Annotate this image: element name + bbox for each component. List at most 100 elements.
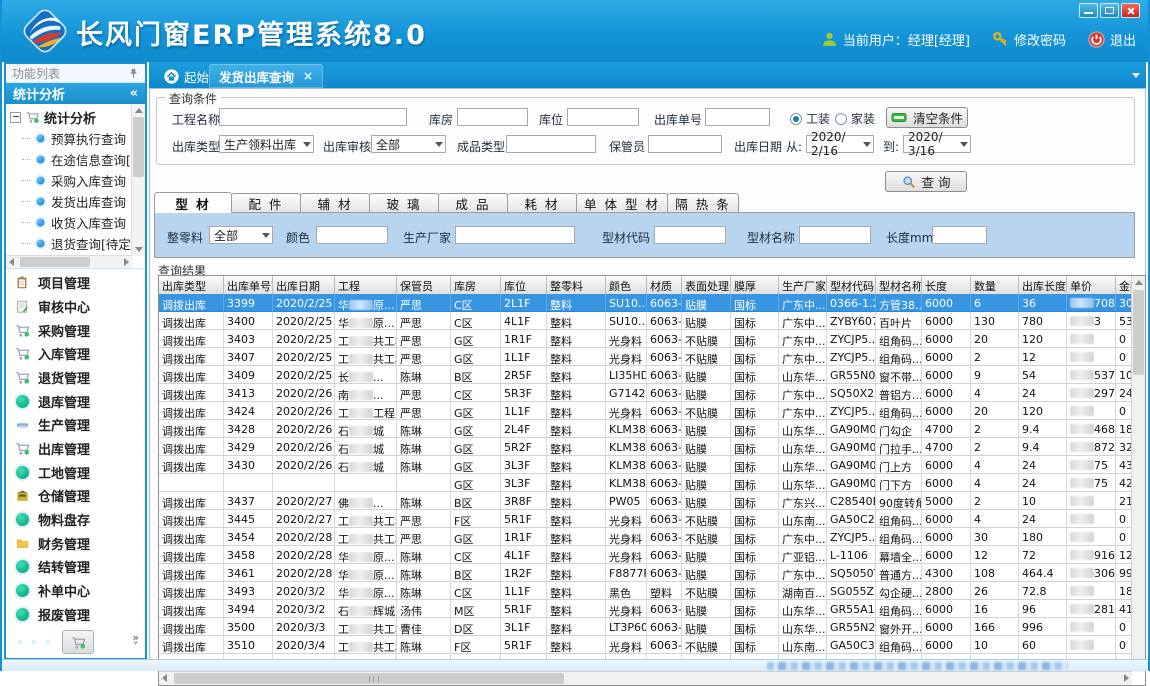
table-row[interactable]: 调拨出库34282020/2/26石城陈琳G区2L4F整料KLM38176063… [159, 420, 1132, 438]
sidebar-item-物料盘存[interactable]: 物料盘存 [14, 508, 145, 530]
scroll-up-icon[interactable] [1135, 280, 1143, 285]
column-header-材质[interactable]: 材质 [647, 276, 682, 294]
scroll-left-icon[interactable] [9, 258, 14, 266]
table-row[interactable]: 调拨出库34612020/2/28华原...陈琳B区1R2F整料F8877FT6… [159, 564, 1132, 582]
scroll-down-icon[interactable] [135, 247, 143, 252]
radio-gongzhuang[interactable]: 工装 [790, 110, 830, 127]
sidebar-item-退库管理[interactable]: 退库管理 [14, 390, 145, 412]
material-tab-4[interactable]: 玻 璃 [369, 193, 439, 213]
sidebar-item-报废管理[interactable]: 报废管理 [14, 603, 145, 625]
close-button[interactable] [1121, 3, 1140, 18]
clear-conditions-button[interactable]: 清空条件 [886, 107, 968, 128]
sidebar-item-项目管理[interactable]: 项目管理 [14, 272, 145, 294]
scroll-right-icon[interactable] [1124, 674, 1129, 682]
keeper-input[interactable] [648, 135, 722, 153]
profile-name-input[interactable] [799, 226, 871, 244]
column-header-库房[interactable]: 库房 [451, 276, 501, 294]
color-input[interactable] [316, 226, 388, 244]
sidebar-item-仓储管理[interactable]: 仓储管理 [14, 485, 145, 507]
scroll-left-icon[interactable] [162, 674, 167, 682]
column-header-出库类型[interactable]: 出库类型 [159, 276, 224, 294]
column-header-数量[interactable]: 数量 [971, 276, 1019, 294]
table-row[interactable]: 调拨出库34092020/2/25长...陈琳B区2R5F整料LI35HD606… [159, 366, 1132, 384]
table-row[interactable]: 调拨出库34452020/2/27工共工程严思F区5R1F整料光身料6063-T… [159, 510, 1132, 528]
sidebar-item-审核中心[interactable]: 审核中心 [14, 295, 145, 317]
grid-horizontal-scrollbar[interactable] [159, 671, 1132, 685]
sidebar-item-生产管理[interactable]: 生产管理 [14, 414, 145, 436]
material-tab-2[interactable]: 配 件 [231, 193, 301, 213]
tree-item-4[interactable]: 发货出库查询 [6, 191, 132, 212]
column-header-出库单号[interactable]: 出库单号 [224, 276, 273, 294]
column-header-保管员[interactable]: 保管员 [397, 276, 451, 294]
table-row[interactable]: 调拨出库34002020/2/25华原...严思C区4L1F整料SU10...6… [159, 312, 1132, 330]
toolbar-cart-button[interactable] [62, 630, 94, 654]
table-row[interactable]: 调拨出库35002020/3/3工共工程曹佳D区3L1F整料LT3P606063… [159, 618, 1132, 636]
column-header-整零料[interactable]: 整零料 [547, 276, 606, 294]
material-tab-5[interactable]: 成 品 [438, 193, 508, 213]
collapse-icon[interactable]: « [130, 86, 138, 101]
tab-close-icon[interactable]: × [303, 69, 313, 83]
material-tab-3[interactable]: 辅 材 [300, 193, 370, 213]
grid-vertical-scrollbar[interactable] [1131, 276, 1145, 672]
column-header-长度[interactable]: 长度 [922, 276, 971, 294]
table-row[interactable]: 调拨出库34292020/2/26石城陈琳G区5R2F整料KLM38176063… [159, 438, 1132, 456]
pin-icon[interactable] [128, 68, 139, 79]
change-password-button[interactable]: 修改密码 [992, 30, 1066, 49]
radio-jiazhuang[interactable]: 家装 [835, 110, 875, 127]
tree-item-5[interactable]: 收货入库查询 [6, 212, 132, 233]
table-row[interactable]: 调拨出库35102020/3/4工共工程陈琳F区5R1F整料光身料6063-T5… [159, 636, 1132, 654]
logout-button[interactable]: 退出 [1088, 30, 1136, 49]
radio-selected-icon[interactable] [790, 113, 802, 125]
audit-select[interactable]: 全部 [371, 135, 446, 153]
warehouse-input[interactable] [457, 108, 528, 126]
table-row[interactable]: 调拨出库34942020/3/2石辉城汤伟M区5R1F整料光身料6063-T5贴… [159, 600, 1132, 618]
location-input[interactable] [567, 108, 639, 126]
table-row[interactable]: 调拨出库34932020/3/2华原...陈琳C区1L1F整料黑色塑料不贴膜国标… [159, 582, 1132, 600]
date-to-picker[interactable]: 2020/ 3/16 [903, 135, 971, 153]
material-tab-6[interactable]: 耗 材 [507, 193, 577, 213]
table-row[interactable]: 调拨出库34132020/2/26南...严思C区5R3F整料G71422606… [159, 384, 1132, 402]
tree-vertical-scrollbar[interactable] [131, 104, 145, 256]
tree-item-2[interactable]: 在途信息查询[待 [6, 149, 132, 170]
profile-code-input[interactable] [654, 226, 726, 244]
date-from-picker[interactable]: 2020/ 2/16 [806, 135, 874, 153]
sidebar-item-退货管理[interactable]: 退货管理 [14, 366, 145, 388]
column-header-库位[interactable]: 库位 [501, 276, 547, 294]
column-header-生产厂家[interactable]: 生产厂家 [779, 276, 827, 294]
tab-list-caret-icon[interactable] [1132, 73, 1140, 78]
sidebar-item-财务管理[interactable]: 财务管理 [14, 532, 145, 554]
material-tab-8[interactable]: 隔 热 条 [667, 193, 739, 213]
sidebar-item-采购管理[interactable]: 采购管理 [14, 319, 145, 341]
sidebar-item-出库管理[interactable]: 出库管理 [14, 437, 145, 459]
column-header-出库日期[interactable]: 出库日期 [273, 276, 335, 294]
sidebar-item-补单中心[interactable]: 补单中心 [14, 579, 145, 601]
table-row[interactable]: 调拨出库34582020/2/28华原...陈琳C区4L1F整料光身料6063-… [159, 546, 1132, 564]
length-input[interactable] [932, 226, 987, 244]
scroll-right-icon[interactable] [124, 258, 129, 266]
column-header-表面处理[interactable]: 表面处理 [682, 276, 731, 294]
toolbar-overflow-button[interactable]: » ˅ [132, 633, 139, 651]
sidebar-item-结转管理[interactable]: 结转管理 [14, 556, 145, 578]
column-header-单价[interactable]: 单价 [1067, 276, 1116, 294]
table-row[interactable]: 调拨出库34032020/2/25工共工程严思G区1R1F整料光身料6063-T… [159, 330, 1132, 348]
sidebar-item-入库管理[interactable]: 入库管理 [14, 343, 145, 365]
column-header-工程[interactable]: 工程 [335, 276, 397, 294]
table-row[interactable]: 调拨出库34302020/2/26石城陈琳G区3L3F整料KLM38176063… [159, 456, 1132, 474]
table-row[interactable]: 调拨出库34072020/2/25工共工程严思G区1L1F整料光身料6063-T… [159, 348, 1132, 366]
column-header-膜厚[interactable]: 膜厚 [731, 276, 779, 294]
tree-expander-icon[interactable] [10, 112, 21, 123]
tab-shipment-outbound-query[interactable]: 发货出库查询 × [209, 64, 323, 88]
material-tab-7[interactable]: 单 体 型 材 [576, 193, 668, 213]
scroll-up-icon[interactable] [135, 108, 143, 113]
tree-item-6[interactable]: 退货查询[待定] [6, 233, 132, 254]
column-header-型材代码[interactable]: 型材代码 [827, 276, 876, 294]
material-tab-1[interactable]: 型 材 [154, 192, 232, 213]
tree-item-3[interactable]: 采购入库查询 [6, 170, 132, 191]
radio-unselected-icon[interactable] [835, 113, 847, 125]
statistics-section-header[interactable]: 统计分析 « [6, 83, 145, 104]
table-row[interactable]: 调拨出库33992020/2/25华原...严思C区2L1F整料SU10...6… [159, 294, 1132, 312]
minimize-button[interactable] [1079, 3, 1098, 18]
tree-horizontal-scrollbar[interactable] [6, 255, 132, 268]
column-header-型材名称[interactable]: 型材名称 [876, 276, 922, 294]
table-row[interactable]: 调拨出库34542020/2/28工共工程严思G区1R1F整料光身料6063-T… [159, 528, 1132, 546]
